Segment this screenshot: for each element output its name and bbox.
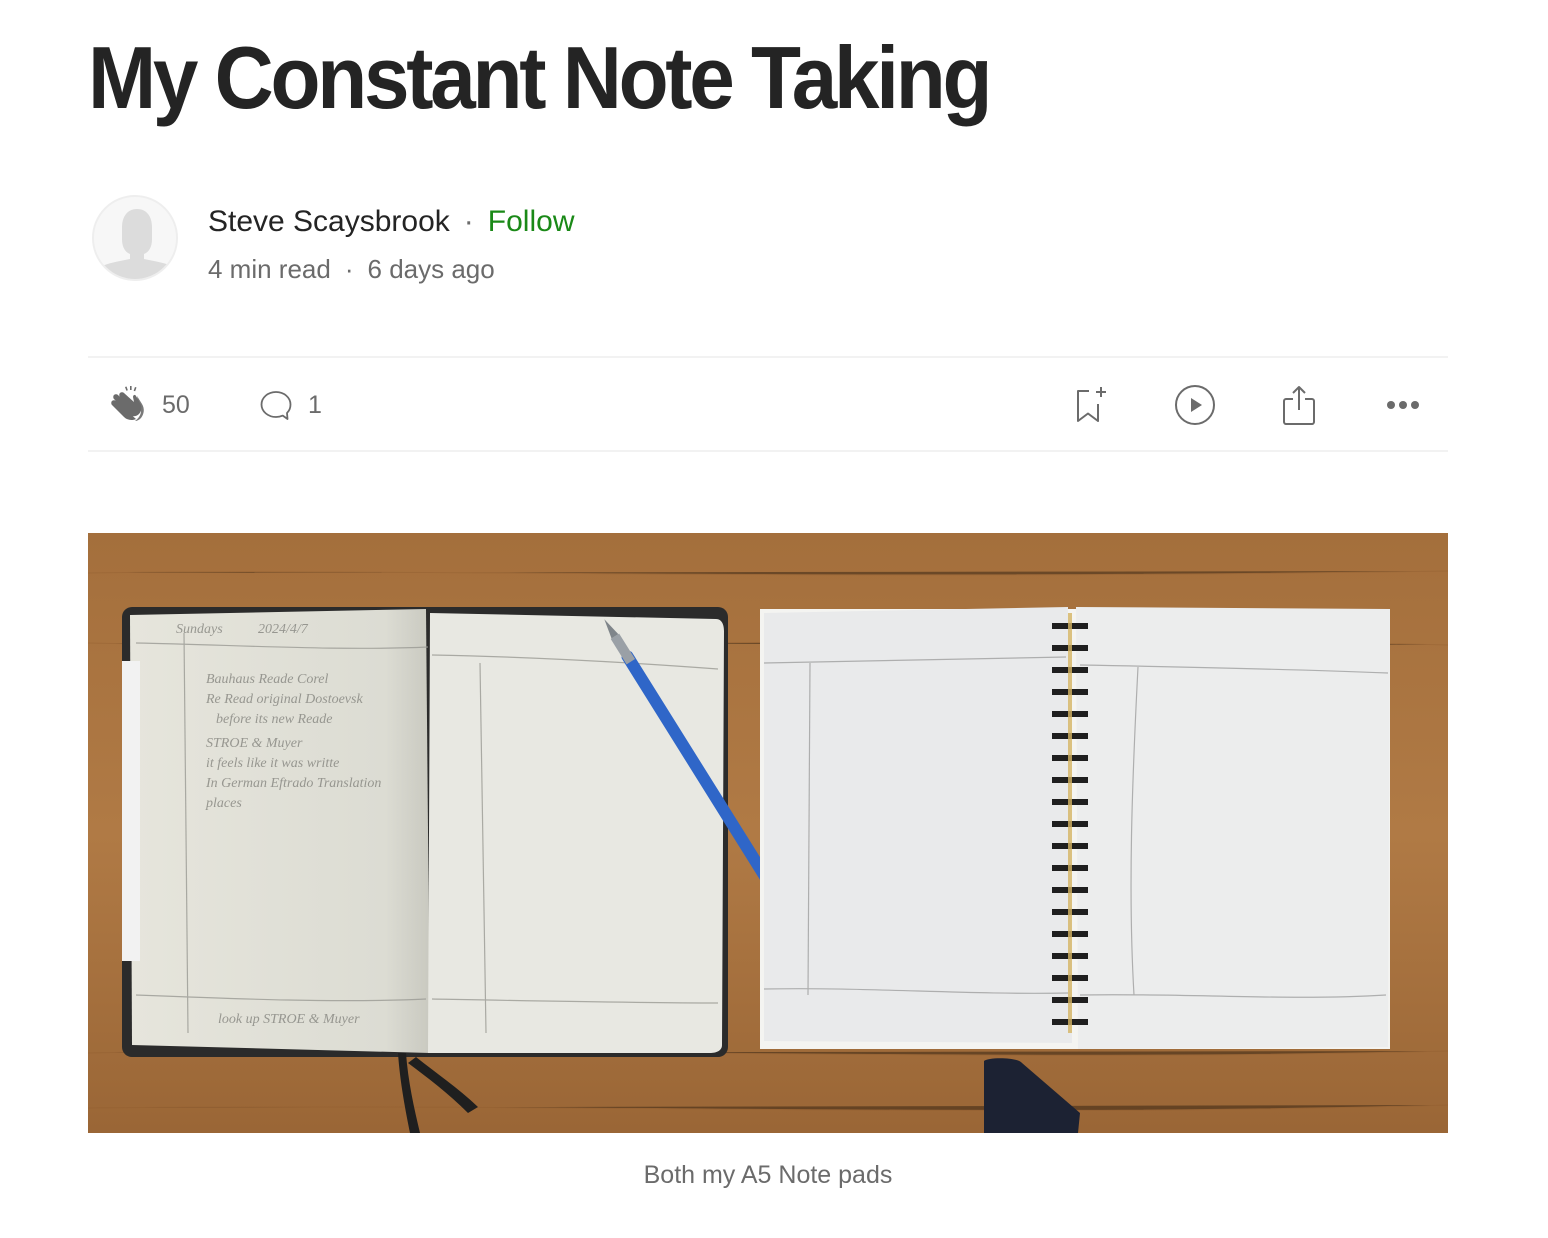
divider-top [88,356,1448,358]
bookmark-add-icon [1077,387,1106,422]
follow-button[interactable]: Follow [488,205,575,238]
action-bar: 50 1 [88,372,1448,438]
read-time: 4 min read [208,254,331,284]
svg-text:In German Eftrado Translation: In German Eftrado Translation [205,776,381,791]
share-button[interactable] [1281,372,1317,438]
author-row: Steve Scaysbrook · Follow [208,202,575,242]
notebooks-photo: Sundays 2024/4/7 Bauhaus Reade Corel Re … [88,533,1448,1133]
published-date: 6 days ago [367,254,495,284]
svg-text:2024/4/7: 2024/4/7 [258,622,309,637]
clap-icon [111,386,144,421]
clap-button[interactable]: 50 [106,372,190,438]
svg-text:look up STROE & Muyer: look up STROE & Muyer [218,1012,360,1027]
image-caption: Both my A5 Note pads [643,1161,893,1189]
svg-text:Re Read original Dostoevsk: Re Read original Dostoevsk [205,692,363,707]
share-icon [1283,386,1315,425]
separator-dot: · [463,205,474,238]
save-button[interactable] [1074,372,1112,438]
listen-button[interactable] [1174,372,1216,438]
response-count: 1 [308,390,322,419]
svg-text:before its new Reade: before its new Reade [216,712,333,727]
article-image[interactable]: Sundays 2024/4/7 Bauhaus Reade Corel Re … [88,533,1448,1133]
separator-dot: · [344,254,354,284]
divider-bottom [88,450,1448,452]
author-avatar[interactable] [92,195,178,281]
author-name[interactable]: Steve Scaysbrook [208,205,450,238]
article-title: My Constant Note Taking [88,28,992,127]
more-icon [1387,401,1419,409]
svg-text:it feels like it was writte: it feels like it was writte [206,756,339,771]
clap-count: 50 [162,390,190,419]
svg-text:Sundays: Sundays [176,622,223,637]
responses-button[interactable]: 1 [258,372,322,438]
comment-icon [260,391,292,420]
svg-text:places: places [205,796,242,811]
more-button[interactable] [1386,372,1422,438]
article-meta: 4 min read · 6 days ago [208,252,495,286]
svg-text:Bauhaus Reade Corel: Bauhaus Reade Corel [206,672,328,687]
play-icon [1175,385,1215,425]
default-user-avatar-icon [94,197,176,279]
svg-text:STROE & Muyer: STROE & Muyer [206,736,303,751]
